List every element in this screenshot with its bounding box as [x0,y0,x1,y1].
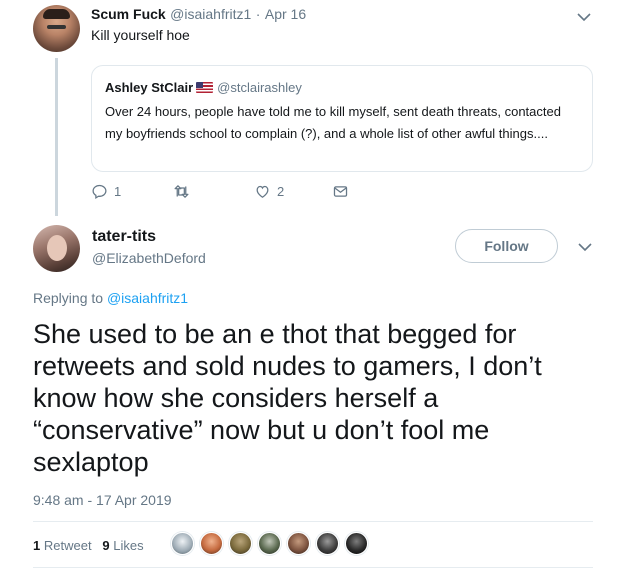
tweet-header: Scum Fuck @isaiahfritz1 · Apr 16 [91,6,306,24]
like-button[interactable]: 2 [254,183,284,200]
follow-button[interactable]: Follow [455,229,558,263]
likes-count: 9 [102,538,110,553]
tweet-text: Kill yourself hoe [91,27,190,43]
tweet-text: She used to be an e thot that begged for… [33,319,542,477]
quoted-user-handle: @stclairashley [217,80,302,95]
us-flag-icon [196,82,214,93]
chevron-down-icon[interactable] [578,239,592,257]
retweet-button[interactable] [173,183,196,200]
avatar[interactable] [33,225,80,272]
reply-button[interactable]: 1 [91,183,121,200]
quoted-tweet-card[interactable]: Ashley StClair @stclairashley Over 24 hou… [91,65,593,172]
retweets-stat[interactable]: 1 Retweet [33,538,92,553]
tweet-actions: 1 2 [91,183,391,203]
liker-avatars [171,532,374,556]
quoted-display-name: Ashley StClair [105,80,194,95]
divider [33,567,593,568]
avatar[interactable] [287,532,310,555]
retweets-label: Retweet [43,538,92,553]
envelope-icon [333,186,348,197]
replying-handle-link[interactable]: @isaiahfritz1 [107,290,188,306]
direct-message-button[interactable] [332,183,349,200]
user-handle[interactable]: @isaiahfritz1 [170,6,251,22]
replying-prefix: Replying to [33,290,104,306]
tweet-stats: 1 Retweet 9 Likes [33,538,144,553]
chevron-down-icon[interactable] [577,9,591,25]
likes-stat[interactable]: 9 Likes [102,538,143,553]
tweet-date[interactable]: Apr 16 [265,6,306,22]
display-name[interactable]: Scum Fuck [91,6,166,22]
avatar[interactable] [258,532,281,555]
likes-label: Likes [113,538,144,553]
replying-to: Replying to @isaiahfritz1 [33,290,188,306]
like-count: 2 [277,184,285,199]
quoted-tweet-text: Over 24 hours, people have told me to ki… [105,104,561,141]
retweets-count: 1 [33,538,41,553]
divider [33,521,593,522]
avatar[interactable] [33,5,80,52]
retweet-icon [174,185,189,198]
avatar[interactable] [200,532,223,555]
display-name[interactable]: tater-tits [92,228,156,246]
quoted-tweet-header: Ashley StClair @stclairashley [105,79,302,97]
avatar[interactable] [316,532,339,555]
tweet-timestamp[interactable]: 9:48 am - 17 Apr 2019 [33,492,172,508]
user-handle[interactable]: @ElizabethDeford [92,250,206,266]
avatar[interactable] [229,532,252,555]
avatar[interactable] [171,532,194,555]
avatar[interactable] [345,532,368,555]
heart-icon [256,185,269,198]
thread-connector-line [55,58,58,216]
reply-icon [92,184,107,200]
reply-count: 1 [114,184,122,199]
separator: · [255,6,261,22]
